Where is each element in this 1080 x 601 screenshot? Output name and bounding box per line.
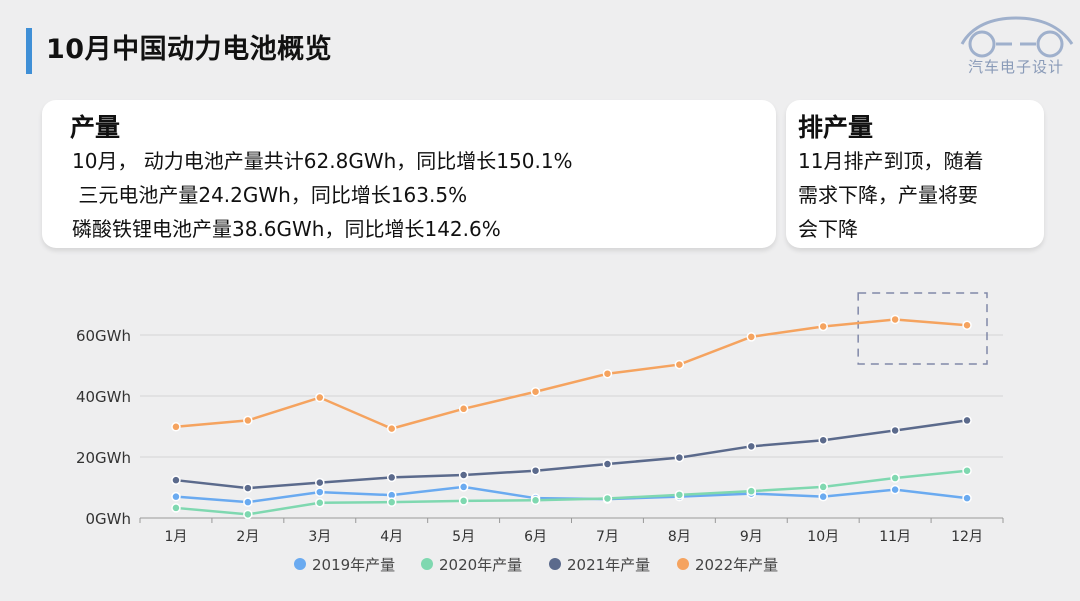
schedule-line-1: 11月排产到顶，随着	[798, 149, 984, 173]
data-point	[458, 482, 469, 492]
data-point	[746, 441, 757, 452]
legend-label: 2020年产量	[439, 556, 522, 574]
data-point	[962, 320, 972, 330]
y-tick-label: 20GWh	[76, 449, 131, 467]
data-point	[962, 415, 972, 426]
data-point	[530, 386, 541, 397]
y-tick-label: 0GWh	[85, 510, 131, 528]
y-tick-label: 40GWh	[76, 388, 131, 406]
data-point	[818, 435, 828, 445]
production-card-title: 产量	[70, 113, 121, 142]
data-point	[243, 483, 253, 493]
data-point	[674, 452, 685, 463]
production-line-3: 磷酸铁锂电池产量38.6GWh，同比增长142.6%	[72, 217, 501, 241]
data-point	[315, 498, 325, 508]
data-point	[602, 459, 613, 469]
data-point	[171, 503, 181, 513]
data-point	[818, 491, 828, 502]
x-tick-label: 3月	[308, 529, 331, 545]
legend-label: 2022年产量	[695, 556, 778, 574]
data-point	[890, 314, 900, 325]
production-line-1: 10月， 动力电池产量共计62.8GWh，同比增长150.1%	[72, 149, 573, 173]
schedule-line-3: 会下降	[798, 217, 858, 241]
y-tick-label: 60GWh	[76, 327, 131, 345]
data-point	[746, 486, 757, 496]
data-point	[746, 332, 757, 342]
x-tick-label: 8月	[668, 529, 691, 545]
schedule-card-title: 排产量	[798, 113, 874, 142]
schedule-card: 排产量 11月排产到顶，随着 需求下降，产量将要 会下降	[786, 100, 1044, 248]
data-point	[818, 482, 828, 492]
data-point	[890, 473, 900, 483]
data-point	[818, 321, 828, 332]
production-line-2: 三元电池产量24.2GWh，同比增长163.5%	[72, 183, 468, 207]
data-point	[386, 423, 397, 434]
legend-marker	[421, 558, 433, 570]
legend-marker	[677, 558, 689, 570]
schedule-line-2: 需求下降，产量将要	[798, 183, 978, 207]
data-point	[890, 484, 900, 495]
x-tick-label: 2月	[236, 529, 259, 545]
data-point	[458, 404, 469, 414]
x-tick-label: 12月	[951, 529, 983, 545]
x-tick-label: 11月	[879, 529, 911, 545]
data-point	[386, 472, 397, 483]
data-point	[315, 392, 325, 403]
x-tick-label: 1月	[164, 529, 187, 545]
legend-label: 2021年产量	[567, 556, 650, 574]
legend-marker	[549, 558, 561, 570]
x-tick-label: 7月	[596, 529, 619, 545]
data-point	[243, 497, 253, 507]
x-tick-label: 9月	[740, 529, 763, 545]
chart-svg: 0GWh 20GWh 40GWh 60GWh 1月 2月 3月 4月 5月 6月 7月 8月 9月 10月…	[76, 292, 1004, 574]
data-point	[243, 509, 253, 520]
series-line-2022年产量	[175, 318, 968, 430]
data-point	[602, 368, 613, 379]
series-line-2021年产量	[175, 419, 968, 490]
data-point	[962, 493, 972, 503]
data-point	[386, 497, 397, 507]
production-line-chart: 0GWh 20GWh 40GWh 60GWh 1月 2月 3月 4月 5月 6月 7月 8月 9月 10月…	[0, 270, 1080, 597]
production-card: 产量 10月， 动力电池产量共计62.8GWh，同比增长150.1% 三元电池产…	[42, 100, 776, 248]
data-point	[458, 496, 469, 506]
data-point	[243, 415, 253, 426]
data-point	[962, 465, 972, 476]
data-point	[458, 470, 469, 480]
legend-marker	[294, 558, 306, 570]
data-point	[171, 491, 181, 502]
title-accent-bar	[26, 28, 32, 74]
x-tick-label: 5月	[452, 529, 475, 545]
data-point	[674, 490, 685, 500]
series-line-2020年产量	[175, 469, 968, 516]
data-point	[171, 475, 181, 485]
data-point	[530, 495, 541, 506]
data-point	[315, 487, 325, 497]
legend-label: 2019年产量	[312, 556, 395, 574]
data-point	[890, 425, 900, 436]
x-tick-label: 6月	[524, 529, 547, 545]
x-tick-label: 4月	[380, 529, 403, 545]
data-point	[530, 465, 541, 476]
data-point	[171, 422, 181, 432]
x-tick-label: 10月	[807, 529, 839, 545]
data-point	[602, 493, 613, 504]
page-title: 10月中国动力电池概览	[46, 34, 333, 65]
logo-text: 汽车电子设计	[967, 58, 1064, 76]
data-point	[674, 359, 685, 370]
data-point	[315, 477, 325, 488]
